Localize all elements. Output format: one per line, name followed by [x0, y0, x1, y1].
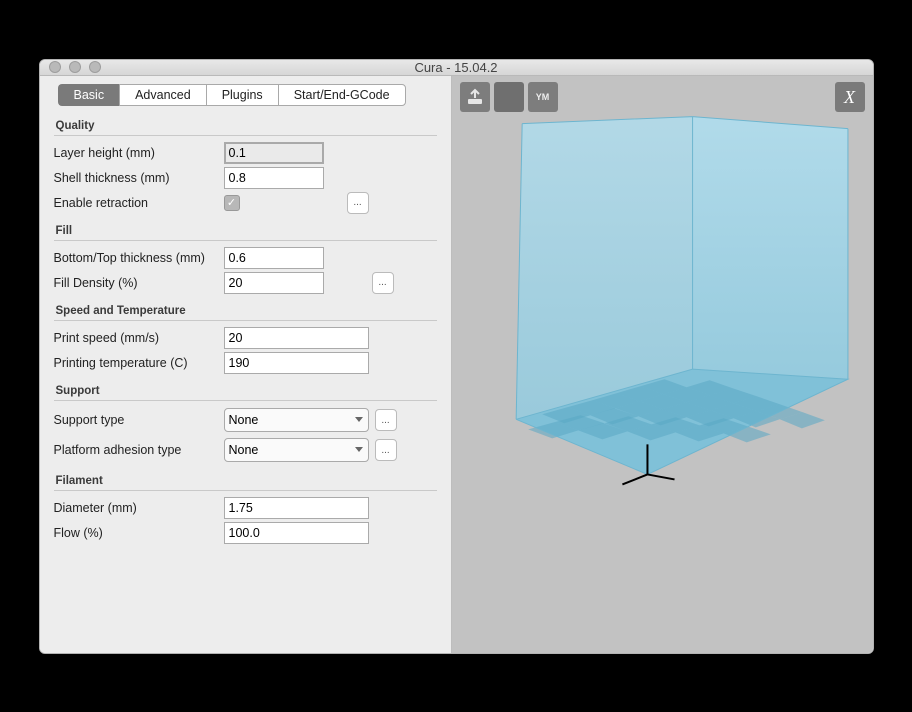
label-print-temp: Printing temperature (C) — [54, 356, 224, 370]
row-print-temp: Printing temperature (C) — [54, 350, 437, 375]
share-icon[interactable]: YM — [528, 82, 558, 112]
viewport-panel[interactable]: YM X — [452, 76, 873, 652]
row-shell-thickness: Shell thickness (mm) — [54, 165, 437, 190]
row-adhesion-type: Platform adhesion type ... — [54, 435, 437, 465]
traffic-lights — [40, 61, 101, 73]
section-fill: Fill Bottom/Top thickness (mm) Fill Dens… — [40, 217, 451, 297]
ellipsis-adhesion-type[interactable]: ... — [375, 439, 397, 461]
select-support-type[interactable] — [224, 408, 369, 432]
section-filament: Filament Diameter (mm) Flow (%) — [40, 467, 451, 547]
view-mode-icon[interactable]: X — [835, 82, 865, 112]
zoom-light[interactable] — [89, 61, 101, 73]
input-print-temp[interactable] — [224, 352, 369, 374]
row-support-type: Support type ... — [54, 405, 437, 435]
label-shell-thickness: Shell thickness (mm) — [54, 171, 224, 185]
input-shell-thickness[interactable] — [224, 167, 324, 189]
row-diameter: Diameter (mm) — [54, 495, 437, 520]
input-print-speed[interactable] — [224, 327, 369, 349]
close-light[interactable] — [49, 61, 61, 73]
title-bar: Cura - 15.04.2 — [40, 60, 873, 77]
input-layer-height[interactable] — [224, 142, 324, 164]
input-diameter[interactable] — [224, 497, 369, 519]
label-layer-height: Layer height (mm) — [54, 146, 224, 160]
ellipsis-support-type[interactable]: ... — [375, 409, 397, 431]
label-flow: Flow (%) — [54, 526, 224, 540]
row-flow: Flow (%) — [54, 520, 437, 545]
app-window: Cura - 15.04.2 Basic Advanced Plugins St… — [39, 59, 874, 654]
build-volume-view — [452, 76, 873, 652]
row-bottom-top: Bottom/Top thickness (mm) — [54, 245, 437, 270]
section-title: Speed and Temperature — [54, 299, 437, 321]
label-adhesion-type: Platform adhesion type — [54, 443, 224, 457]
load-model-icon[interactable] — [460, 82, 490, 112]
section-quality: Quality Layer height (mm) Shell thicknes… — [40, 112, 451, 217]
row-enable-retraction: Enable retraction ✓ ... — [54, 190, 437, 215]
tabs: Basic Advanced Plugins Start/End-GCode — [58, 84, 451, 106]
tab-advanced[interactable]: Advanced — [119, 84, 206, 106]
label-support-type: Support type — [54, 413, 224, 427]
viewport-toolbar: YM — [460, 82, 558, 112]
ym-label: YM — [536, 92, 550, 102]
tab-basic[interactable]: Basic — [58, 84, 120, 106]
settings-panel: Basic Advanced Plugins Start/End-GCode Q… — [40, 76, 452, 652]
label-print-speed: Print speed (mm/s) — [54, 331, 224, 345]
label-bottom-top: Bottom/Top thickness (mm) — [54, 251, 224, 265]
row-print-speed: Print speed (mm/s) — [54, 325, 437, 350]
section-title: Support — [54, 379, 437, 401]
section-support: Support Support type ... Platform adhesi… — [40, 377, 451, 467]
ellipsis-fill-density[interactable]: ... — [372, 272, 394, 294]
input-fill-density[interactable] — [224, 272, 324, 294]
section-title: Fill — [54, 219, 437, 241]
input-bottom-top[interactable] — [224, 247, 324, 269]
label-diameter: Diameter (mm) — [54, 501, 224, 515]
section-speed-temp: Speed and Temperature Print speed (mm/s)… — [40, 297, 451, 377]
row-layer-height: Layer height (mm) — [54, 140, 437, 165]
checkbox-enable-retraction[interactable]: ✓ — [224, 195, 240, 211]
section-title: Filament — [54, 469, 437, 491]
label-fill-density: Fill Density (%) — [54, 276, 224, 290]
main-content: Basic Advanced Plugins Start/End-GCode Q… — [40, 76, 873, 652]
select-adhesion-type[interactable] — [224, 438, 369, 462]
tab-plugins[interactable]: Plugins — [206, 84, 278, 106]
minimize-light[interactable] — [69, 61, 81, 73]
tab-start-end-gcode[interactable]: Start/End-GCode — [278, 84, 406, 106]
input-flow[interactable] — [224, 522, 369, 544]
label-enable-retraction: Enable retraction — [54, 196, 224, 210]
ellipsis-retraction[interactable]: ... — [347, 192, 369, 214]
window-title: Cura - 15.04.2 — [40, 60, 873, 75]
save-gcode-icon[interactable] — [494, 82, 524, 112]
section-title: Quality — [54, 114, 437, 136]
row-fill-density: Fill Density (%) ... — [54, 270, 437, 295]
